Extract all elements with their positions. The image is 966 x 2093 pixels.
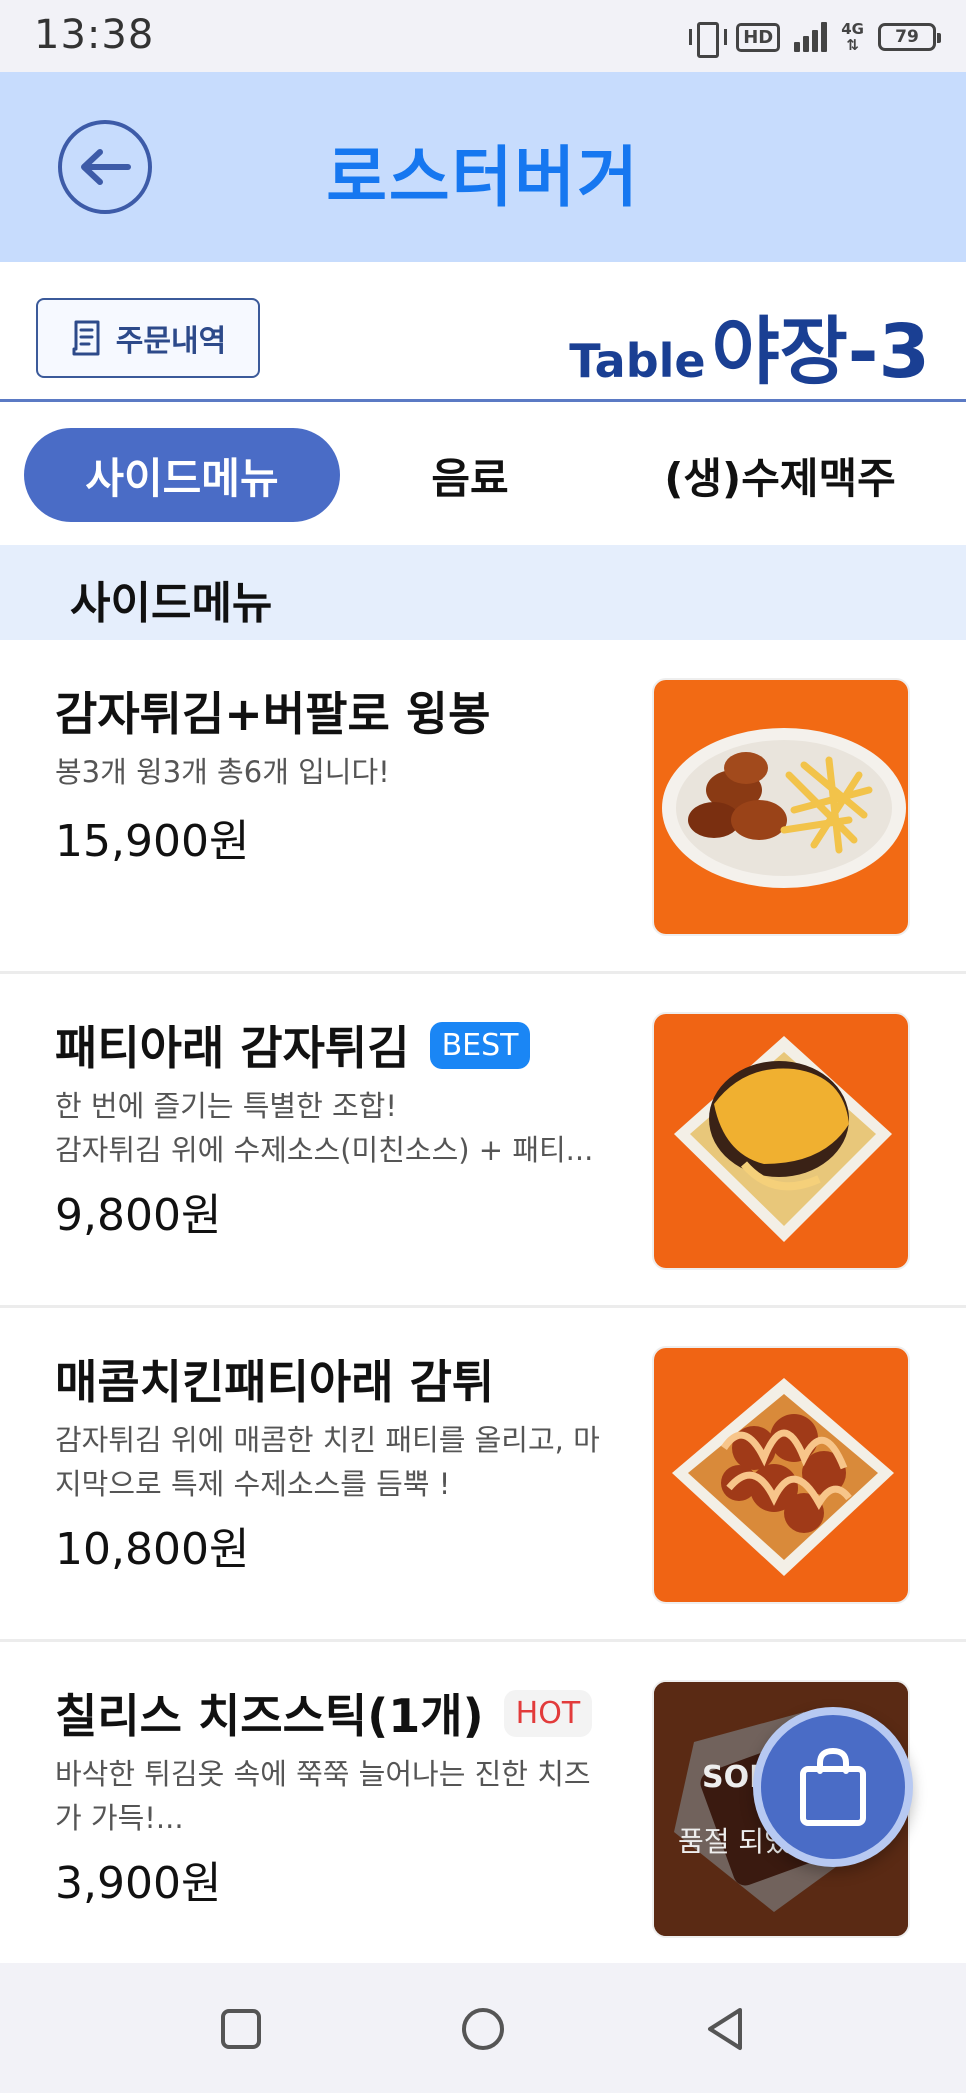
patty-fries-image	[652, 1012, 910, 1270]
home-icon	[462, 2008, 504, 2050]
order-history-label: 주문내역	[115, 324, 227, 359]
table-word: Table	[569, 334, 706, 388]
status-icons: HD 4G ⇅ 79	[688, 18, 941, 58]
item-price: 3,900원	[55, 1858, 222, 1909]
nav-back-button[interactable]	[697, 2001, 753, 2057]
order-bar: 주문내역 Table 야장-3	[0, 262, 966, 402]
item-description: 봉3개 윙3개 총6개 입니다!	[55, 750, 635, 794]
best-badge: BEST	[429, 1021, 531, 1069]
shopping-bag-icon	[800, 1747, 866, 1826]
item-description-line: 가 가득!...	[55, 1801, 184, 1835]
battery-icon: 79	[878, 23, 941, 51]
status-time: 13:38	[34, 12, 155, 58]
item-description-line: 한 번에 즐기는 특별한 조합!	[55, 1089, 397, 1123]
page-title: 로스터버거	[326, 139, 640, 216]
section-title: 사이드메뉴	[70, 578, 273, 629]
status-bar: 13:38 HD 4G ⇅ 79	[0, 0, 966, 72]
wings-fries-image	[652, 678, 910, 936]
item-name-row: 패티아래 감자튀김 BEST	[55, 1012, 531, 1078]
vibrate-icon	[688, 20, 728, 58]
system-nav-bar	[0, 1963, 966, 2093]
menu-item[interactable]: 매콤치킨패티아래 감튀 감자튀김 위에 매콤한 치킨 패티를 올리고, 마 지막…	[0, 1308, 966, 1642]
cart-button[interactable]	[753, 1707, 913, 1867]
item-price: 15,900원	[55, 816, 250, 867]
item-description: 바삭한 튀김옷 속에 쭉쭉 늘어나는 진한 치즈 가 가득!...	[55, 1752, 635, 1840]
table-number: 야장-3	[711, 309, 930, 395]
menu-item[interactable]: 패티아래 감자튀김 BEST 한 번에 즐기는 특별한 조합! 감자튀김 위에 …	[0, 974, 966, 1308]
item-name-row: 매콤치킨패티아래 감튀	[55, 1346, 494, 1412]
tab-side-menu[interactable]: 사이드메뉴	[24, 428, 340, 522]
item-description-line: 감자튀김 위에 매콤한 치킨 패티를 올리고, 마	[55, 1423, 600, 1457]
item-description-line: 지막으로 특제 수제소스를 듬뿍 !	[55, 1467, 451, 1501]
hot-badge: HOT	[503, 1689, 593, 1737]
home-button[interactable]	[455, 2001, 511, 2057]
tab-drinks[interactable]: 음료	[360, 428, 580, 522]
section-header: 사이드메뉴	[0, 545, 966, 640]
app-header: 로스터버거	[0, 72, 966, 262]
hd-icon: HD	[736, 22, 781, 52]
item-description: 감자튀김 위에 매콤한 치킨 패티를 올리고, 마 지막으로 특제 수제소스를 …	[55, 1418, 635, 1506]
order-history-button[interactable]: 주문내역	[36, 298, 260, 378]
menu-item[interactable]: 감자튀김+버팔로 윙봉 봉3개 윙3개 총6개 입니다! 15,900원	[0, 640, 966, 974]
item-description: 한 번에 즐기는 특별한 조합! 감자튀김 위에 수제소스(미친소스) + 패티…	[55, 1084, 635, 1172]
item-price: 10,800원	[55, 1524, 250, 1575]
network-label: 4G	[841, 20, 864, 38]
network-icon: 4G ⇅	[841, 20, 864, 54]
item-name: 감자튀김+버팔로 윙봉	[55, 687, 491, 741]
item-price: 9,800원	[55, 1190, 222, 1241]
category-tabs: 사이드메뉴 음료 (생)수제맥주	[0, 405, 966, 545]
item-description-line: 감자튀김 위에 수제소스(미친소스) + 패티...	[55, 1133, 594, 1167]
item-description-line: 바삭한 튀김옷 속에 쭉쭉 늘어나는 진한 치즈	[55, 1757, 591, 1791]
signal-icon	[794, 22, 828, 52]
tab-craft-beer[interactable]: (생)수제맥주	[620, 428, 940, 522]
item-name: 패티아래 감자튀김	[55, 1021, 410, 1075]
receipt-icon	[72, 320, 100, 356]
spicy-chicken-fries-image	[652, 1346, 910, 1604]
back-icon	[708, 2008, 742, 2050]
table-label: Table 야장-3	[569, 292, 930, 399]
item-name: 매콤치킨패티아래 감튀	[55, 1355, 495, 1409]
item-description-line: 봉3개 윙3개 총6개 입니다!	[55, 755, 390, 789]
item-name: 칠리스 치즈스틱(1개)	[55, 1689, 484, 1743]
item-name-row: 칠리스 치즈스틱(1개) HOT	[55, 1680, 593, 1746]
item-name-row: 감자튀김+버팔로 윙봉	[55, 678, 490, 744]
recent-apps-button[interactable]	[213, 2001, 269, 2057]
recent-apps-icon	[221, 2009, 261, 2049]
